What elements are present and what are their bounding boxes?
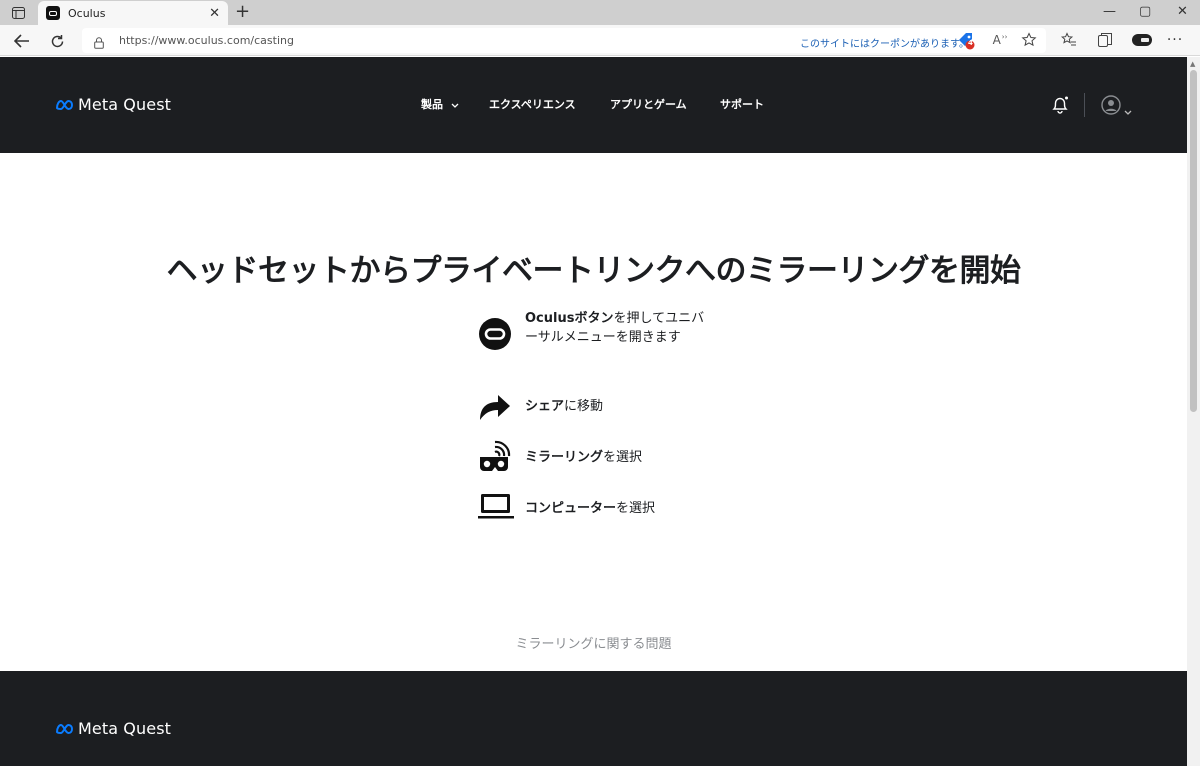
meta-infinity-icon [55,723,74,734]
coupon-shopping-icon[interactable]: 4 [955,29,977,51]
nav-products-label: 製品 [421,98,443,111]
site-footer: Meta Quest [0,671,1187,766]
step-item: ミラーリングを選択 [478,439,718,475]
coupon-notice[interactable]: このサイトにはクーポンがあります。 [800,35,969,50]
lock-icon[interactable] [94,34,104,49]
scrollbar-thumb[interactable] [1190,70,1197,412]
footer-logo-text: Meta Quest [78,719,171,738]
step-rest: を選択 [603,450,643,465]
read-aloud-icon[interactable]: A ›› [989,29,1011,51]
step-strong: Oculusボタン [525,311,614,326]
profile-icon[interactable] [1129,29,1155,51]
step-rest: に移動 [564,399,604,414]
step-strong: コンピューター [525,501,617,516]
address-toolbar: https://www.oculus.com/casting このサイトにはクー… [0,25,1200,56]
page-scrollbar[interactable]: ▲ [1187,57,1200,766]
browser-tab-bar: Oculus ✕ + — ▢ ✕ [0,0,1200,25]
nav-apps-games[interactable]: アプリとゲーム [610,96,687,112]
coupon-badge: 4 [968,39,973,47]
back-button[interactable] [11,30,33,52]
step-rest: を選択 [616,501,656,516]
share-arrow-icon [478,388,514,424]
refresh-button[interactable] [46,30,68,52]
maximize-button[interactable]: ▢ [1139,4,1151,19]
nav-products[interactable]: 製品 [421,96,459,112]
step-item: Oculusボタンを押してユニバーサルメニューを開きます [478,311,718,367]
step-text: シェアに移動 [525,397,603,416]
more-menu-icon[interactable]: ··· [1164,29,1186,51]
tab-actions-icon[interactable] [8,4,28,22]
url-bar[interactable]: https://www.oculus.com/casting このサイトにはクー… [82,28,1046,53]
oculus-button-icon [478,317,514,353]
step-strong: ミラーリング [525,450,604,465]
scroll-up-arrow-icon[interactable]: ▲ [1190,60,1195,68]
tab-close-button[interactable]: ✕ [209,7,220,20]
account-chevron-down-icon[interactable] [1124,101,1132,115]
step-item: シェアに移動 [478,388,718,424]
mirroring-headset-icon [478,439,514,475]
nav-experiences[interactable]: エクスペリエンス [489,96,576,112]
page-title: ヘッドセットからプライベートリンクへのミラーリングを開始 [166,253,1022,289]
read-aloud-glyph: A [992,33,1001,47]
notification-bell-icon[interactable] [1050,95,1070,115]
step-strong: シェア [525,399,565,414]
chevron-down-icon [451,103,459,108]
nav-support[interactable]: サポート [720,96,764,112]
site-header: Meta Quest 製品 エクスペリエンス アプリとゲーム サポート [0,57,1187,153]
step-text: コンピューターを選択 [525,499,655,518]
laptop-icon [478,492,514,528]
step-text: Oculusボタンを押してユニバーサルメニューを開きます [525,309,705,347]
mirroring-issues-link[interactable]: ミラーリングに関する問題 [0,633,1187,652]
tab-title: Oculus [68,6,106,20]
collections-icon[interactable] [1094,29,1116,51]
url-text[interactable]: https://www.oculus.com/casting [119,34,294,47]
main-nav: 製品 エクスペリエンス アプリとゲーム サポート [0,96,1187,116]
oculus-favicon-icon [46,6,60,20]
new-tab-button[interactable]: + [235,3,250,21]
avatar[interactable] [1101,95,1121,115]
add-favorite-icon[interactable] [1018,29,1040,51]
browser-tab[interactable]: Oculus ✕ [38,1,228,25]
step-item: コンピューターを選択 [478,490,718,526]
header-divider [1084,93,1085,117]
minimize-button[interactable]: — [1103,4,1116,19]
window-close-button[interactable]: ✕ [1177,4,1188,19]
favorites-icon[interactable] [1058,29,1080,51]
step-text: ミラーリングを選択 [525,448,642,467]
footer-meta-quest-logo[interactable]: Meta Quest [55,719,171,738]
